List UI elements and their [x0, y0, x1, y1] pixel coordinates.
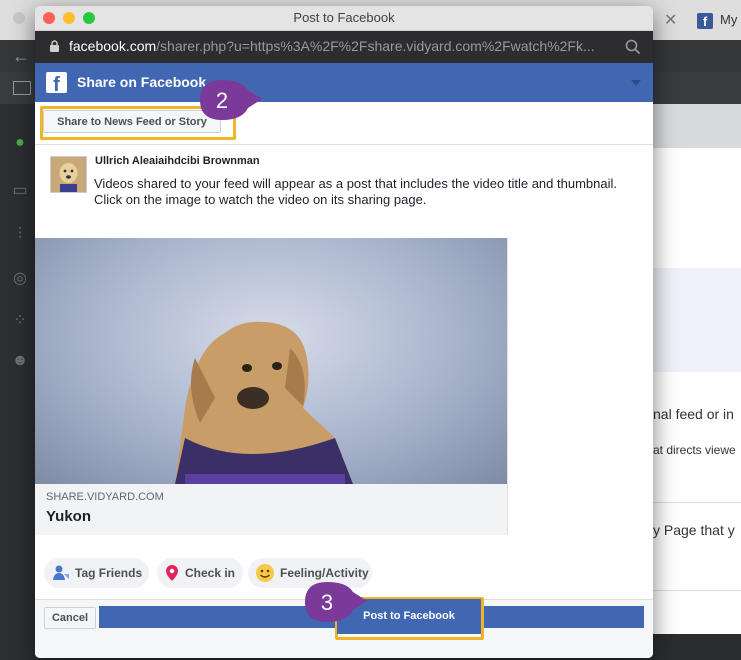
app-logo-icon[interactable]: ● — [10, 134, 30, 154]
background-header-strip — [653, 104, 741, 148]
callout-number: 2 — [216, 88, 228, 113]
share-dialog-title: Share on Facebook — [77, 74, 207, 90]
background-text-3: y Page that y — [653, 522, 735, 538]
dog-avatar-icon — [51, 157, 86, 192]
divider — [35, 144, 653, 145]
check-in-button[interactable]: Check in — [157, 558, 243, 588]
back-arrow-icon[interactable]: ← — [12, 46, 30, 67]
background-window-dot — [13, 12, 25, 24]
user-name: Ullrich Aleaiaihdcibi Brownman — [95, 155, 260, 167]
zoom-icon[interactable] — [625, 39, 641, 55]
tag-friends-icon — [53, 565, 69, 580]
window-title: Post to Facebook — [293, 10, 395, 25]
url-text[interactable]: facebook.com/sharer.php?u=https%3A%2F%2F… — [69, 38, 595, 54]
tag-friends-label: Tag Friends — [75, 566, 143, 580]
url-bar[interactable]: facebook.com/sharer.php?u=https%3A%2F%2F… — [35, 31, 653, 63]
dog-thumbnail-image — [175, 321, 353, 484]
background-tab-label[interactable]: My — [720, 12, 737, 27]
facebook-logo-icon: f — [46, 72, 67, 93]
tab-close-icon[interactable]: ✕ — [664, 10, 678, 29]
post-text-line: Click on the image to watch the video on… — [94, 192, 427, 207]
smiley-icon — [256, 564, 274, 582]
background-highlight-band — [653, 268, 741, 372]
background-text-2: at directs viewe — [653, 443, 736, 457]
popup-title-bar: Post to Facebook — [35, 6, 653, 31]
background-text-1: nal feed or in — [653, 406, 734, 422]
avatar — [50, 156, 87, 193]
post-text-line: Videos shared to your feed will appear a… — [94, 176, 617, 191]
share-target-dropdown[interactable]: Share to News Feed or Story — [43, 110, 221, 133]
video-icon[interactable]: ▭ — [10, 180, 30, 200]
folder-icon[interactable] — [13, 81, 31, 95]
users-icon[interactable]: ☻ — [10, 352, 30, 372]
integrations-icon[interactable]: ⁘ — [10, 310, 30, 330]
location-pin-icon — [166, 565, 178, 581]
preview-title[interactable]: Yukon — [46, 508, 91, 525]
step-callout-2: 2 — [200, 80, 262, 120]
callout-number: 3 — [321, 590, 333, 615]
facebook-header: f Share on Facebook — [35, 63, 653, 102]
cancel-button[interactable]: Cancel — [44, 607, 96, 629]
url-path: /sharer.php?u=https%3A%2F%2Fshare.vidyar… — [156, 38, 595, 54]
share-popup-window: Post to Facebook facebook.com/sharer.php… — [35, 6, 653, 658]
feeling-activity-label: Feeling/Activity — [280, 566, 369, 580]
link-preview-card[interactable]: SHARE.VIDYARD.COM Yukon — [35, 238, 508, 535]
preview-domain: SHARE.VIDYARD.COM — [46, 491, 164, 503]
background-divider — [653, 502, 741, 503]
background-sidebar: ● ▭ ⫶ ◎ ⁘ ☻ — [0, 104, 36, 660]
background-divider — [653, 590, 741, 591]
facebook-favicon-icon: f — [697, 13, 713, 29]
url-host: facebook.com — [69, 38, 157, 54]
tag-friends-button[interactable]: Tag Friends — [44, 558, 149, 588]
analytics-icon[interactable]: ⫶ — [10, 226, 30, 246]
check-in-label: Check in — [185, 566, 236, 580]
step-callout-3: 3 — [305, 582, 367, 622]
post-text-input[interactable]: Videos shared to your feed will appear a… — [94, 176, 634, 208]
chevron-down-icon[interactable] — [631, 80, 641, 86]
target-icon[interactable]: ◎ — [10, 268, 30, 288]
lock-icon — [50, 40, 59, 52]
video-thumbnail[interactable] — [35, 238, 507, 484]
